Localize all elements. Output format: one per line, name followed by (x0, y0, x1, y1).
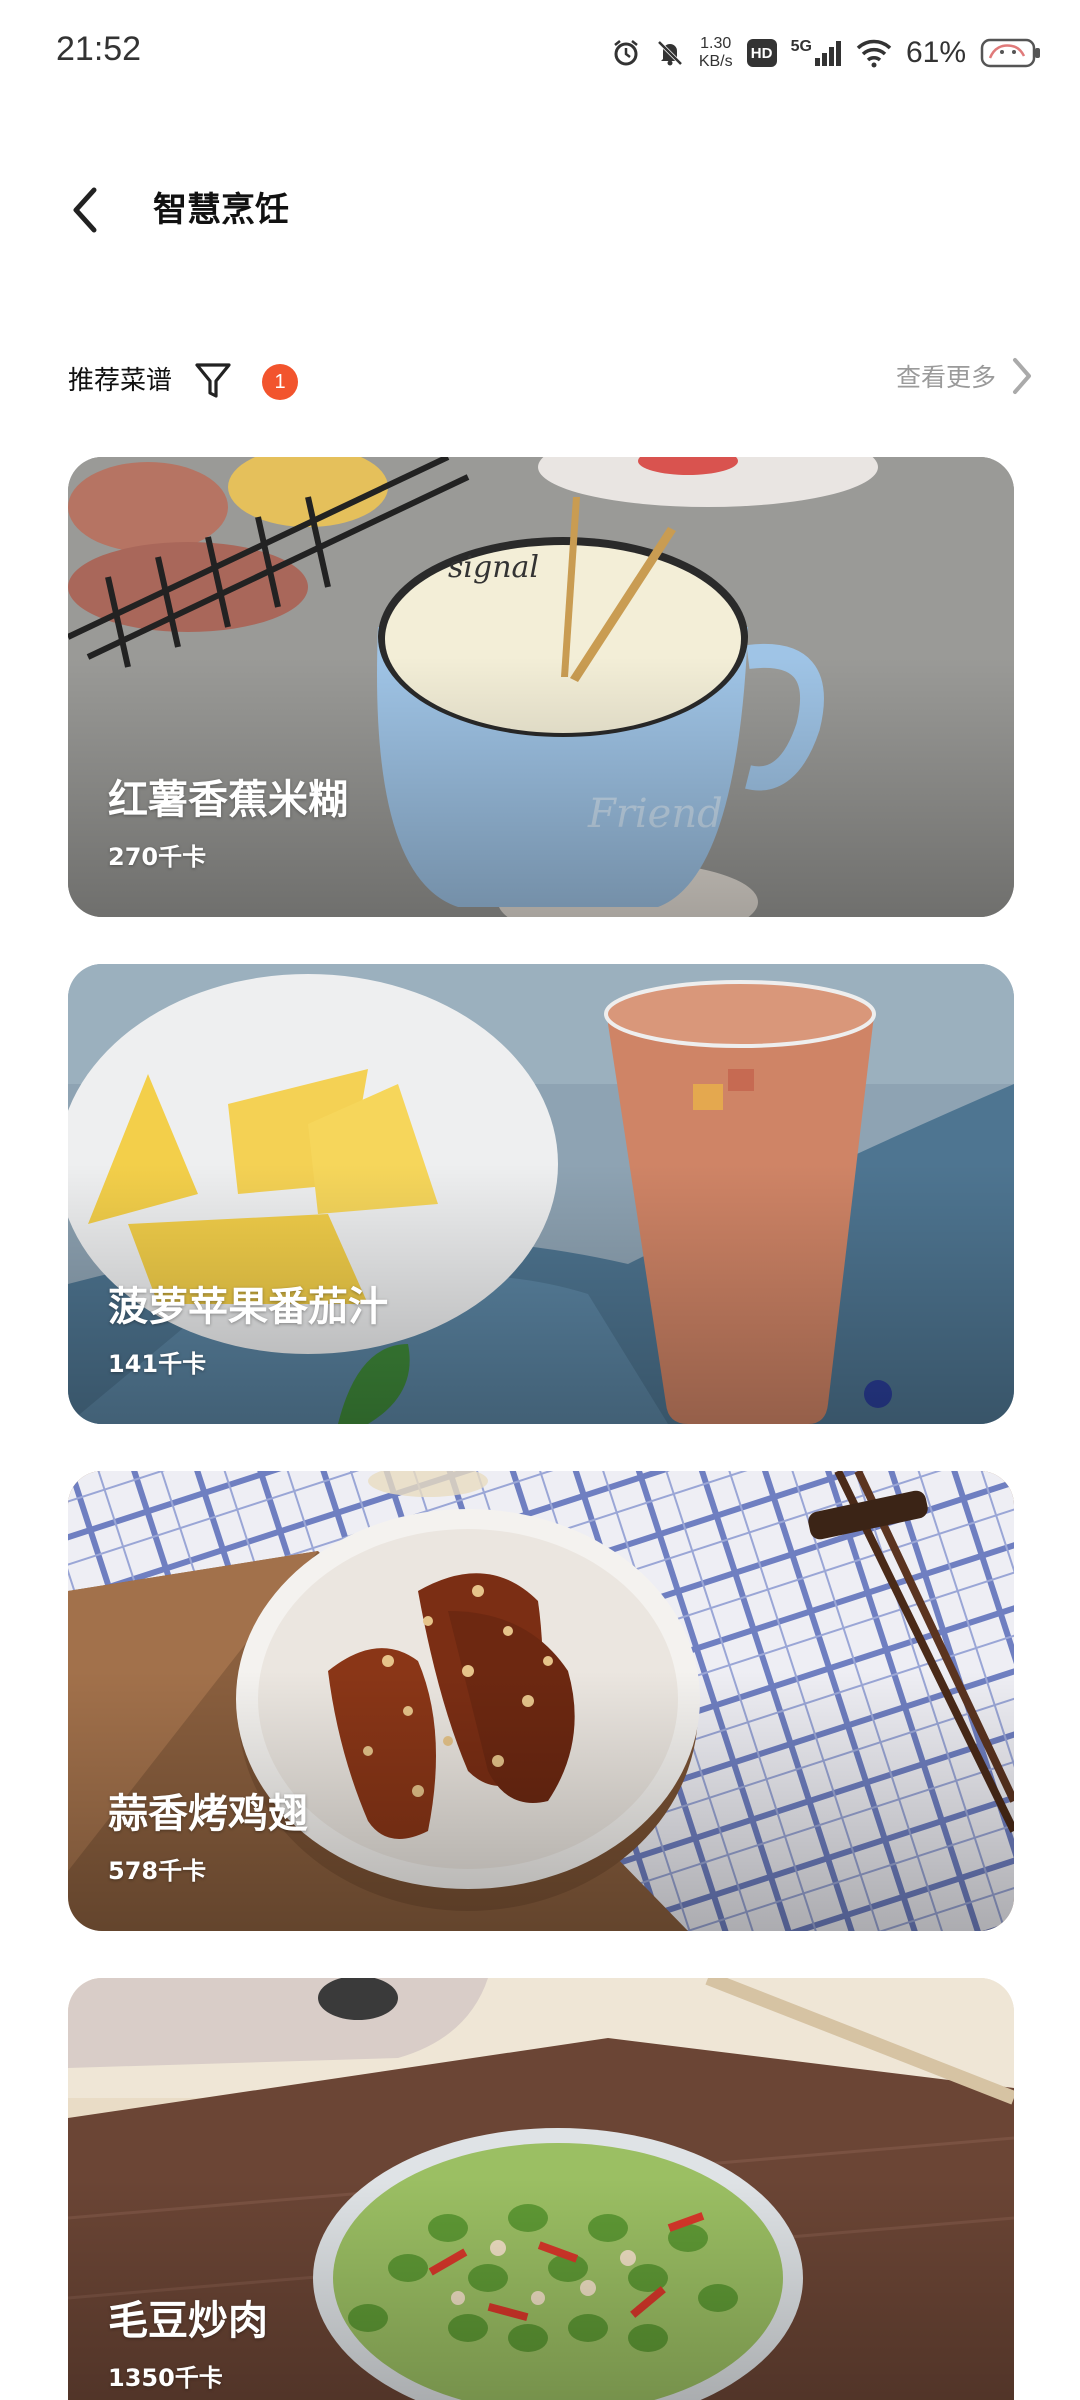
mute-bell-icon (655, 38, 685, 68)
recipe-calories: 141千卡 (108, 1350, 207, 1378)
recipe-name: 毛豆炒肉 (108, 2298, 268, 2344)
recipe-name: 蒜香烤鸡翅 (108, 1791, 308, 1837)
battery-percent: 61% (905, 36, 966, 69)
recipe-calories: 578千卡 (108, 1857, 207, 1885)
net-speed-unit: KB/s (698, 53, 733, 70)
status-time: 21:52 (56, 30, 142, 68)
screen: 21:52 1.30 KB/s HD 5G 61% 智慧烹饪 推荐菜谱 1 查看… (0, 0, 1080, 2400)
status-bar: 21:52 1.30 KB/s HD 5G 61% (0, 0, 1080, 110)
back-button[interactable] (60, 180, 110, 240)
recipe-card[interactable]: 蒜香烤鸡翅 578千卡 (68, 1471, 1014, 1931)
net-speed: 1.30 KB/s (699, 35, 733, 71)
filter-count-badge: 1 (262, 364, 298, 400)
recipe-card[interactable]: 菠萝苹果番茄汁 141千卡 (68, 964, 1014, 1424)
status-icons: 1.30 KB/s HD 5G 61% (611, 28, 1042, 78)
page-title: 智慧烹饪 (153, 190, 289, 230)
see-more-label: 查看更多 (895, 363, 996, 392)
recipe-card[interactable]: 毛豆炒肉 1350千卡 (68, 1978, 1014, 2400)
chevron-left-icon (73, 187, 97, 233)
battery-icon (980, 36, 1042, 70)
recipe-calories: 1350千卡 (108, 2364, 223, 2392)
section-title: 推荐菜谱 (68, 366, 173, 396)
wifi-icon (856, 38, 892, 68)
network-type-label: 5G (790, 38, 812, 55)
hd-icon: HD (746, 39, 777, 67)
alarm-icon (611, 38, 641, 68)
recipe-card[interactable]: signal Friend 红薯香蕉米糊 270千卡 (68, 457, 1014, 917)
see-more-link[interactable]: 查看更多 (896, 356, 1034, 396)
recipe-name: 红薯香蕉米糊 (108, 777, 348, 823)
recipe-name: 菠萝苹果番茄汁 (108, 1284, 388, 1330)
net-speed-value: 1.30 (700, 35, 732, 52)
chevron-right-icon (1013, 358, 1031, 394)
filter-button[interactable] (190, 356, 236, 406)
filter-icon (195, 363, 231, 398)
signal-icon: 5G (790, 38, 842, 66)
recipe-calories: 270千卡 (108, 843, 207, 871)
svg-text:signal: signal (448, 550, 539, 585)
recommended-section-header: 推荐菜谱 1 查看更多 (0, 350, 1080, 410)
app-header: 智慧烹饪 (0, 160, 1080, 250)
